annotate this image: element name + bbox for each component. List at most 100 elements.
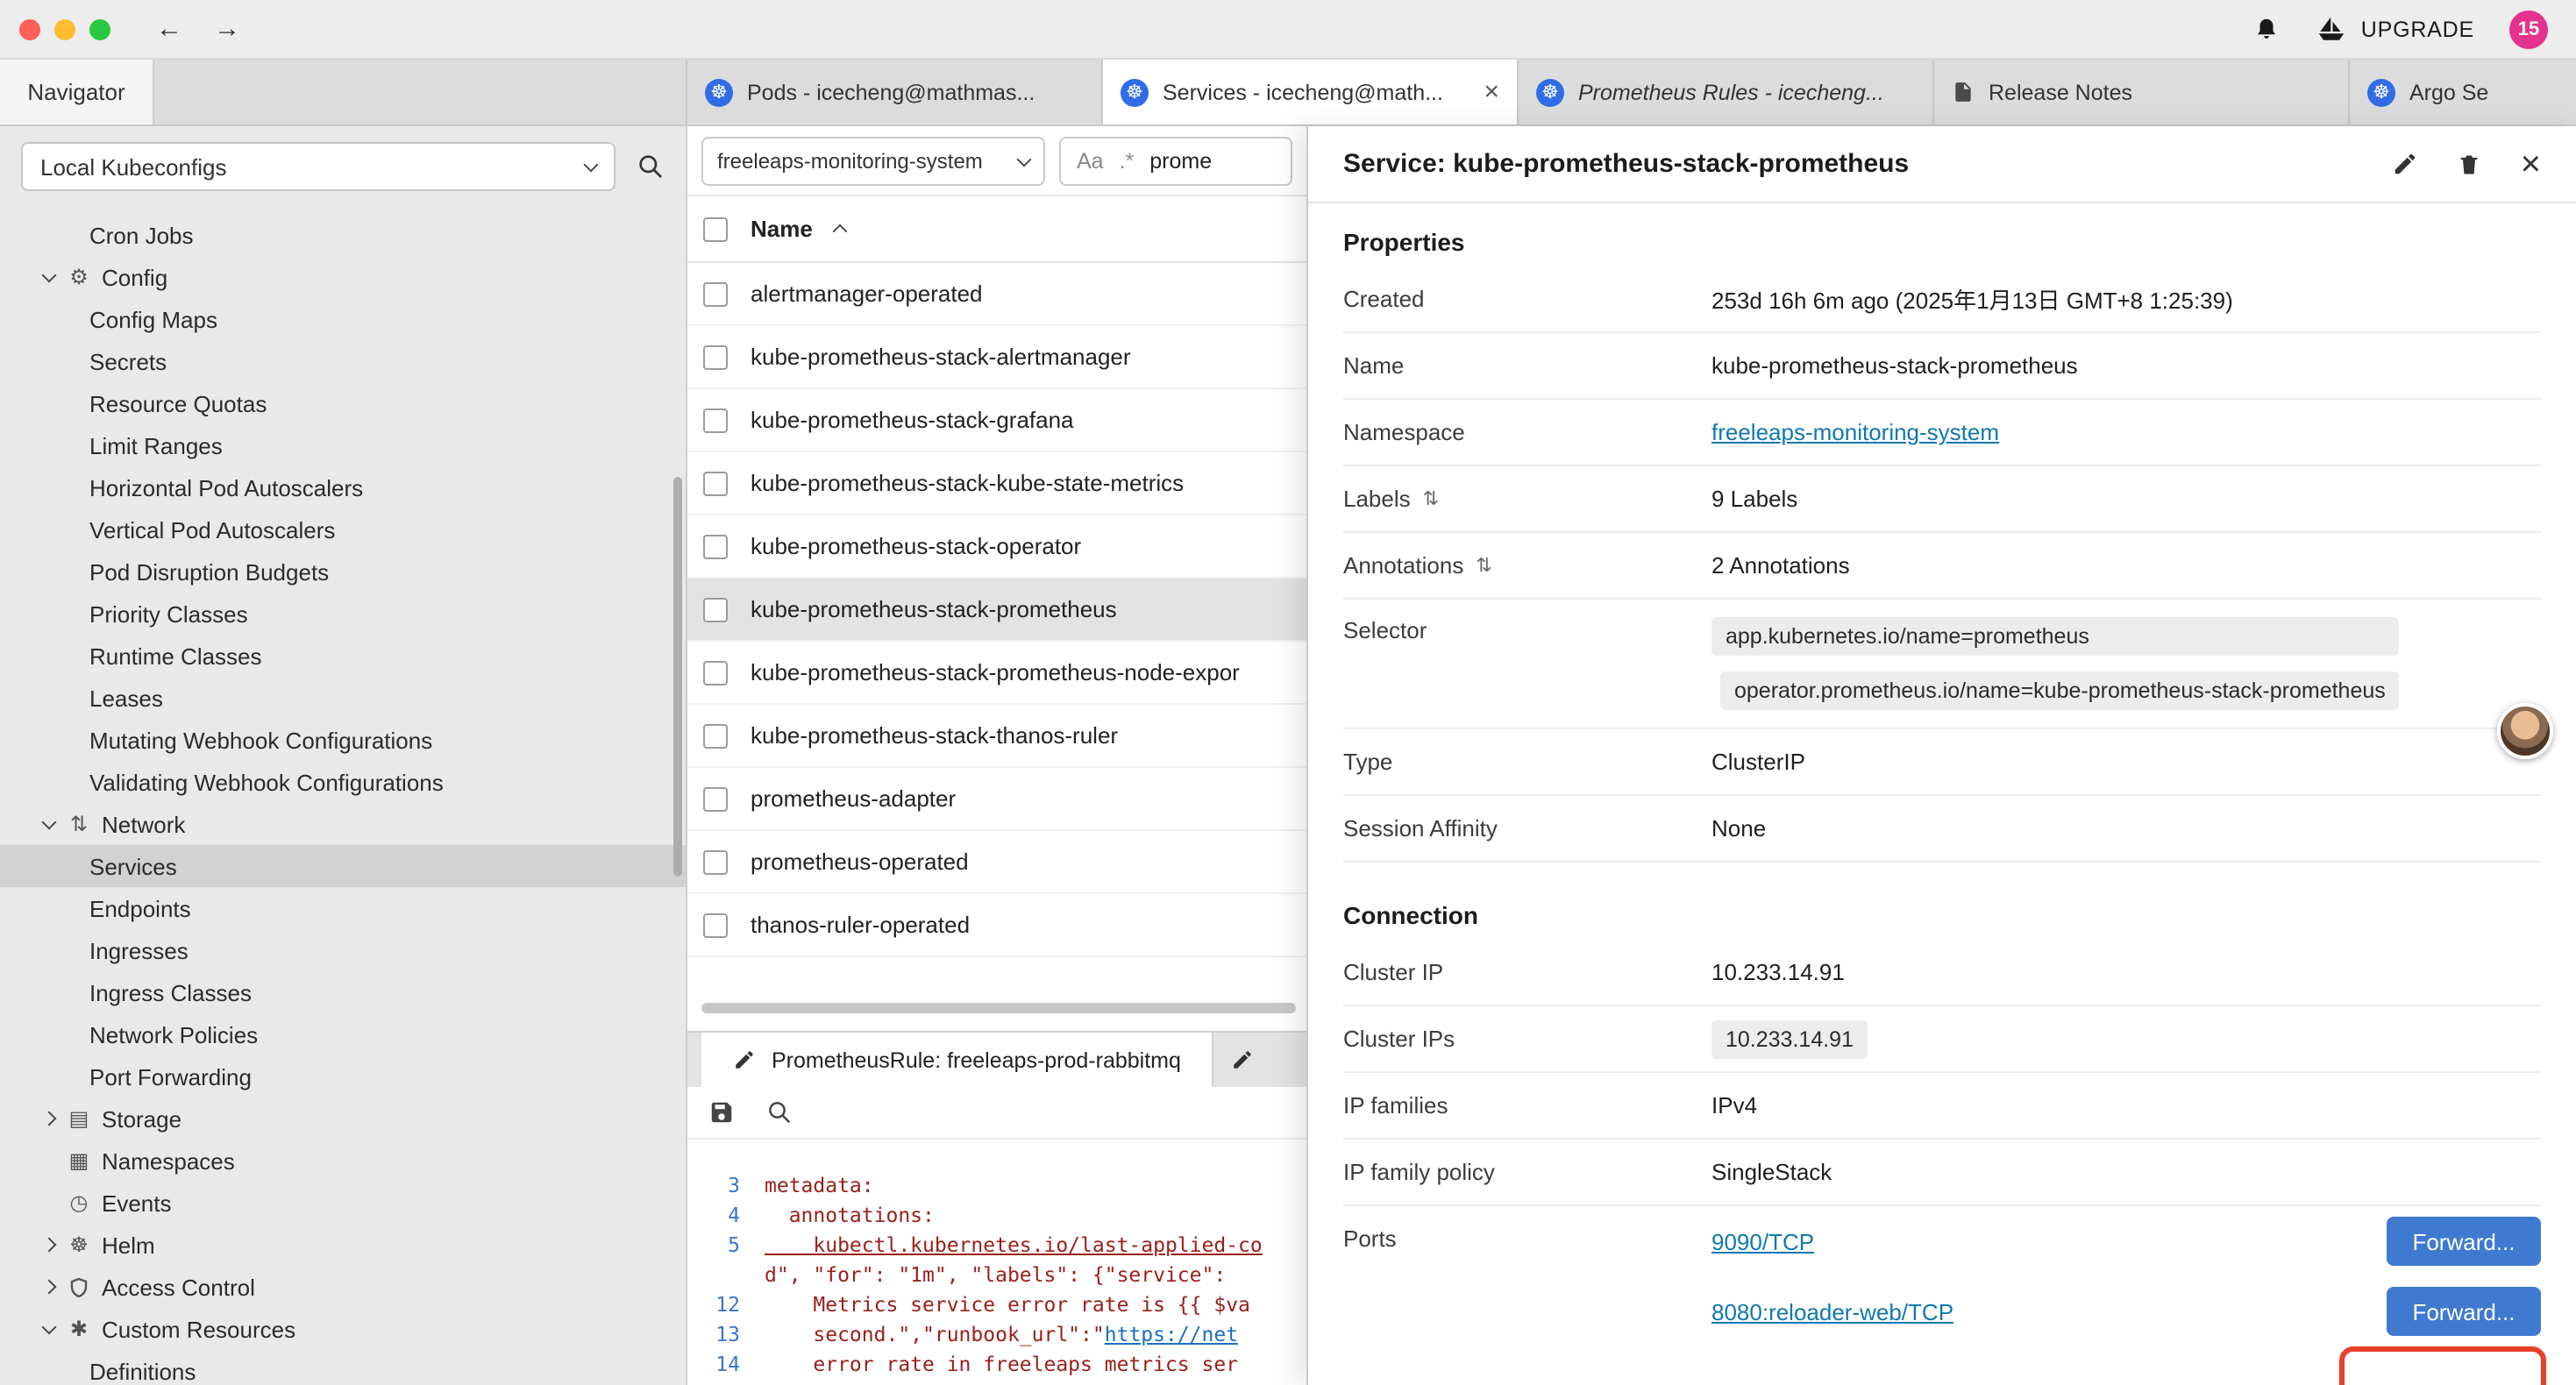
table-row[interactable]: kube-prometheus-stack-operator xyxy=(687,515,1306,579)
table-row[interactable]: thanos-ruler-operated xyxy=(687,894,1306,957)
search-input[interactable]: Aa .* prome xyxy=(1059,136,1292,185)
table-row[interactable]: prometheus-operated xyxy=(687,831,1306,894)
window-controls xyxy=(0,18,110,39)
row-checkbox[interactable] xyxy=(703,471,728,495)
sidebar-item-ingresses[interactable]: Ingresses xyxy=(0,929,686,971)
notifications-bell-icon[interactable] xyxy=(2254,14,2281,44)
code-line: 12 Metrics service error rate is {{ $va xyxy=(687,1290,1306,1320)
sidebar-item-port-forwarding[interactable]: Port Forwarding xyxy=(0,1055,686,1097)
edit-icon[interactable] xyxy=(2393,151,2419,177)
sidebar-item-pod-disruption-budgets[interactable]: Pod Disruption Budgets xyxy=(0,550,686,593)
chevron-down-icon xyxy=(584,158,599,173)
regex-toggle[interactable]: .* xyxy=(1120,148,1135,173)
dock-tab-bar: PrometheusRule: freeleaps-prod-rabbitmq xyxy=(687,1031,1306,1087)
tab-services[interactable]: ☸ Services - icecheng@math... × xyxy=(1103,60,1519,124)
detail-drawer: Service: kube-prometheus-stack-prometheu… xyxy=(1306,126,2576,1385)
expand-toggle-icon[interactable]: ⇅ xyxy=(1476,554,1491,577)
sidebar-item-events[interactable]: ◷Events xyxy=(0,1182,686,1224)
sidebar-item-vertical-pod-autoscalers[interactable]: Vertical Pod Autoscalers xyxy=(0,508,686,550)
close-icon[interactable]: × xyxy=(2521,146,2541,181)
row-checkbox[interactable] xyxy=(703,534,728,558)
sidebar-item-definitions[interactable]: Definitions xyxy=(0,1350,686,1385)
row-checkbox[interactable] xyxy=(703,723,728,748)
row-checkbox[interactable] xyxy=(703,913,728,937)
sidebar-item-runtime-classes[interactable]: Runtime Classes xyxy=(0,635,686,677)
table-row[interactable]: alertmanager-operated xyxy=(687,263,1306,326)
sidebar-scrollbar[interactable] xyxy=(673,477,682,877)
sidebar-item-leases[interactable]: Leases xyxy=(0,677,686,719)
close-tab-icon[interactable]: × xyxy=(1484,79,1499,105)
sidebar-item-validating-webhook-configurations[interactable]: Validating Webhook Configurations xyxy=(0,761,686,803)
upgrade-button[interactable]: UPGRADE xyxy=(2316,16,2474,42)
namespace-filter-dropdown[interactable]: freeleaps-monitoring-system xyxy=(701,136,1045,185)
table-row[interactable]: kube-prometheus-stack-alertmanager xyxy=(687,326,1306,389)
sidebar-item-limit-ranges[interactable]: Limit Ranges xyxy=(0,424,686,466)
row-checkbox[interactable] xyxy=(703,281,728,306)
sidebar-item-ingress-classes[interactable]: Ingress Classes xyxy=(0,971,686,1013)
tab-prometheus-rules[interactable]: ☸ Prometheus Rules - icecheng... xyxy=(1519,60,1934,124)
table-row[interactable]: kube-prometheus-stack-prometheus-node-ex… xyxy=(687,642,1306,705)
sidebar-item-storage[interactable]: ▤Storage xyxy=(0,1097,686,1140)
sidebar-item-config[interactable]: ⚙Config xyxy=(0,256,686,298)
sidebar-item-config-maps[interactable]: Config Maps xyxy=(0,298,686,340)
expand-toggle-icon[interactable]: ⇅ xyxy=(1423,487,1439,510)
table-row-selected[interactable]: kube-prometheus-stack-prometheus xyxy=(687,579,1306,642)
row-checkbox[interactable] xyxy=(703,597,728,621)
back-icon[interactable]: ← xyxy=(156,14,182,44)
sidebar-item-cron-jobs[interactable]: Cron Jobs xyxy=(0,214,686,256)
row-checkbox[interactable] xyxy=(703,849,728,874)
sidebar-item-namespaces[interactable]: ▦Namespaces xyxy=(0,1140,686,1182)
minimize-window-button[interactable] xyxy=(54,18,75,39)
chevron-down-icon xyxy=(35,820,63,827)
sidebar-item-endpoints[interactable]: Endpoints xyxy=(0,887,686,929)
save-icon[interactable] xyxy=(708,1099,735,1126)
dock-tab-prometheusrule[interactable]: PrometheusRule: freeleaps-prod-rabbitmq xyxy=(701,1033,1214,1087)
column-name[interactable]: Name xyxy=(751,216,813,242)
sidebar-item-horizontal-pod-autoscalers[interactable]: Horizontal Pod Autoscalers xyxy=(0,466,686,508)
tab-pods[interactable]: ☸ Pods - icecheng@mathmas... xyxy=(687,60,1103,124)
notification-count-badge[interactable]: 15 xyxy=(2509,10,2548,48)
port-link-9090[interactable]: 9090/TCP xyxy=(1711,1228,1814,1254)
table-row[interactable]: kube-prometheus-stack-thanos-ruler xyxy=(687,705,1306,768)
sort-asc-icon[interactable] xyxy=(833,224,848,239)
detail-row-cluster-ip: Cluster IP 10.233.14.91 xyxy=(1343,940,2541,1006)
delete-trash-icon[interactable] xyxy=(2458,150,2482,178)
sidebar-item-mutating-webhook-configurations[interactable]: Mutating Webhook Configurations xyxy=(0,719,686,761)
namespace-link[interactable]: freeleaps-monitoring-system xyxy=(1711,419,1999,445)
sidebar-item-access-control[interactable]: Access Control xyxy=(0,1266,686,1308)
row-checkbox[interactable] xyxy=(703,786,728,811)
forward-button[interactable]: Forward... xyxy=(2387,1287,2541,1336)
select-all-checkbox[interactable] xyxy=(703,217,728,241)
sidebar-item-helm[interactable]: ☸Helm xyxy=(0,1224,686,1266)
tab-argo[interactable]: ☸ Argo Se xyxy=(2350,60,2574,124)
sidebar-item-resource-quotas[interactable]: Resource Quotas xyxy=(0,382,686,424)
editor-search-icon[interactable] xyxy=(766,1099,793,1126)
dock-tab-partial[interactable] xyxy=(1214,1033,1272,1087)
maximize-window-button[interactable] xyxy=(89,18,110,39)
forward-icon[interactable]: → xyxy=(214,14,240,44)
close-window-button[interactable] xyxy=(19,18,40,39)
row-checkbox[interactable] xyxy=(703,660,728,685)
sidebar-item-secrets[interactable]: Secrets xyxy=(0,340,686,382)
sidebar-item-custom-resources[interactable]: ✱Custom Resources xyxy=(0,1308,686,1350)
sidebar-item-network[interactable]: ⇅Network xyxy=(0,803,686,845)
row-checkbox[interactable] xyxy=(703,344,728,369)
sidebar-item-priority-classes[interactable]: Priority Classes xyxy=(0,593,686,635)
sidebar-item-network-policies[interactable]: Network Policies xyxy=(0,1013,686,1055)
search-icon[interactable] xyxy=(637,153,665,181)
sidebar-item-services[interactable]: Services xyxy=(0,845,686,887)
table-row[interactable]: kube-prometheus-stack-grafana xyxy=(687,389,1306,452)
port-link-8080[interactable]: 8080:reloader-web/TCP xyxy=(1711,1298,1953,1325)
table-row[interactable]: kube-prometheus-stack-kube-state-metrics xyxy=(687,452,1306,515)
helm-icon: ☸ xyxy=(63,1234,95,1255)
tab-release-notes[interactable]: Release Notes xyxy=(1934,60,2350,124)
table-row[interactable]: prometheus-adapter xyxy=(687,768,1306,831)
navigator-sidebar: Local Kubeconfigs Cron Jobs ⚙Config Conf… xyxy=(0,126,687,1385)
yaml-editor[interactable]: 3metadata: 4 annotations: 5 kubectl.kube… xyxy=(687,1140,1306,1385)
row-checkbox[interactable] xyxy=(703,408,728,432)
user-avatar[interactable] xyxy=(2497,703,2553,759)
forward-button[interactable]: Forward... xyxy=(2387,1217,2541,1266)
match-case-toggle[interactable]: Aa xyxy=(1077,148,1104,173)
kubeconfig-dropdown[interactable]: Local Kubeconfigs xyxy=(21,142,616,191)
horizontal-scrollbar[interactable] xyxy=(701,1003,1296,1013)
